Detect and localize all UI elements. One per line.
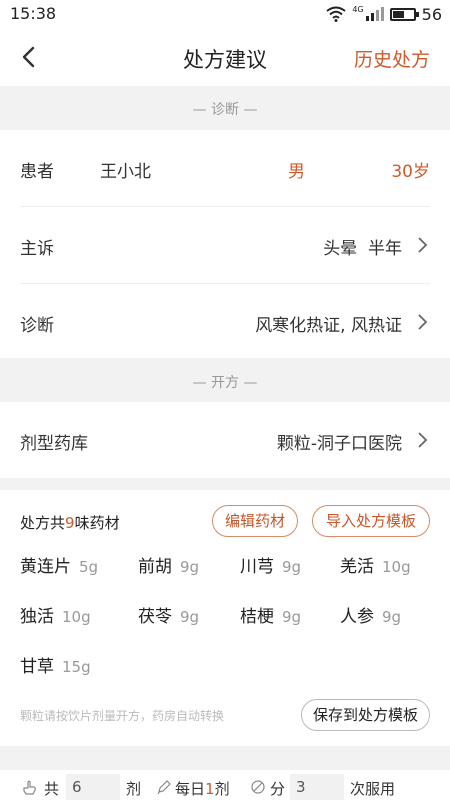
herb-name: 川芎 — [240, 557, 274, 577]
total-doses-prefix: 共 — [44, 780, 60, 798]
battery-icon — [389, 7, 419, 21]
status-icons: 4G 56 — [326, 4, 442, 24]
daily-number: 1 — [205, 780, 215, 798]
herb-name: 桔梗 — [240, 607, 274, 627]
herb-dose: 9g — [180, 608, 200, 626]
herb-item: 桔梗 9g — [240, 602, 301, 627]
chevron-right-icon — [418, 314, 428, 330]
status-bar: 15:38 4G 56 — [0, 0, 450, 28]
prescribe-section-header: — 开方 — — [192, 375, 258, 391]
battery-fill — [392, 10, 404, 18]
battery-percent: 56 — [421, 4, 442, 24]
patient-row[interactable]: 患者 王小北 男 30岁 — [0, 130, 450, 206]
split-suffix: 次服用 — [350, 780, 396, 798]
granule-note: 颗粒请按饮片剂量开方，药房自动转换 — [20, 709, 225, 723]
import-template-button[interactable]: 导入处方模板 — [312, 505, 430, 537]
herb-dose: 9g — [382, 608, 402, 626]
patient-label: 患者 — [20, 162, 54, 182]
herb-item: 羌活 10g — [340, 552, 411, 577]
daily-suffix: 剂 — [214, 780, 230, 798]
nav-bar: 处方建议 历史处方 — [0, 28, 450, 86]
total-doses-input[interactable]: 6 — [66, 774, 120, 800]
diagnosis-value: 风寒化热证, 风热证 — [255, 316, 402, 336]
herb-dose: 10g — [62, 608, 91, 626]
complaint-label: 主诉 — [20, 239, 54, 259]
herb-item: 茯苓 9g — [138, 602, 199, 627]
wifi-icon — [326, 6, 346, 22]
herb-item: 人参 9g — [340, 602, 401, 627]
signal-icon — [365, 7, 384, 21]
herb-count-label: 处方共9味药材 — [20, 512, 120, 533]
herb-item: 川芎 9g — [240, 552, 301, 577]
herb-count-number: 9 — [65, 514, 75, 532]
hand-icon — [23, 780, 36, 795]
chevron-right-icon — [418, 432, 428, 448]
herb-item: 甘草 15g — [20, 652, 91, 677]
patient-gender: 男 — [288, 162, 305, 182]
herb-dose: 5g — [79, 558, 99, 576]
save-template-button[interactable]: 保存到处方模板 — [301, 699, 430, 731]
herb-count-suffix: 味药材 — [74, 514, 120, 532]
total-doses-suffix: 剂 — [126, 780, 142, 798]
herb-item: 黄连片 5g — [20, 552, 98, 577]
herb-name: 黄连片 — [20, 557, 71, 577]
dosage-bar: 共 6 剂 每日1剂 分 3 次服用 — [0, 770, 450, 800]
pill-icon — [251, 780, 265, 794]
prescription-card: 处方共9味药材 编辑药材 导入处方模板 黄连片 5g 前胡 9g 川芎 9g 羌活 10g 独活… — [0, 490, 450, 746]
split-prefix: 分 — [270, 780, 286, 798]
complaint-row[interactable]: 主诉 头晕 半年 — [0, 207, 450, 283]
pharmacy-value: 颗粒-洞子口医院 — [276, 434, 402, 454]
herb-name: 独活 — [20, 607, 54, 627]
herb-dose: 9g — [282, 608, 302, 626]
herb-count-prefix: 处方共 — [20, 514, 66, 532]
patient-name: 王小北 — [100, 162, 151, 182]
herb-name: 茯苓 — [138, 607, 172, 627]
daily-doses[interactable]: 每日1剂 — [175, 778, 230, 799]
history-prescription-button[interactable]: 历史处方 — [354, 45, 430, 72]
edit-herbs-button[interactable]: 编辑药材 — [212, 505, 298, 537]
diagnosis-section-header: — 诊断 — — [192, 102, 258, 118]
herb-dose: 9g — [180, 558, 200, 576]
herb-dose: 15g — [62, 658, 91, 676]
herb-dose: 10g — [382, 558, 411, 576]
herb-item: 独活 10g — [20, 602, 91, 627]
herb-dose: 9g — [282, 558, 302, 576]
diagnosis-label: 诊断 — [20, 316, 54, 336]
herb-name: 甘草 — [20, 657, 54, 677]
patient-age: 30岁 — [391, 162, 430, 182]
herb-item: 前胡 9g — [138, 552, 199, 577]
diagnosis-card: 患者 王小北 男 30岁 主诉 头晕 半年 诊断 风寒化热证, 风热证 — [0, 130, 450, 358]
herb-name: 前胡 — [138, 557, 172, 577]
herb-name: 羌活 — [340, 557, 374, 577]
herb-name: 人参 — [340, 607, 374, 627]
pen-icon — [157, 780, 171, 795]
chevron-right-icon — [418, 237, 428, 253]
pharmacy-row[interactable]: 剂型药库 颗粒-洞子口医院 — [0, 402, 450, 478]
pharmacy-card: 剂型药库 颗粒-洞子口医院 — [0, 402, 450, 478]
network-type: 4G — [352, 4, 364, 14]
pharmacy-label: 剂型药库 — [20, 434, 88, 454]
status-time: 15:38 — [10, 4, 57, 23]
complaint-value: 头晕 半年 — [323, 239, 402, 259]
split-times-input[interactable]: 3 — [290, 774, 344, 800]
daily-prefix: 每日 — [175, 780, 206, 798]
diagnosis-row[interactable]: 诊断 风寒化热证, 风热证 — [0, 284, 450, 360]
